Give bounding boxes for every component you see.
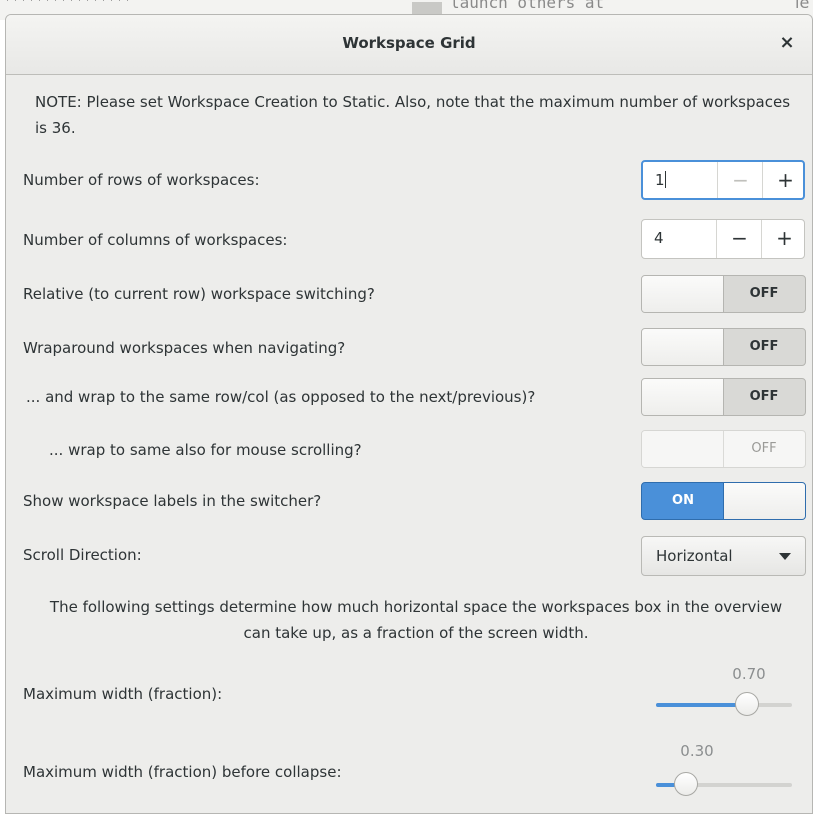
workspace-grid-dialog: Workspace Grid × NOTE: Please set Worksp… <box>5 14 813 814</box>
max-width-slider[interactable] <box>656 692 792 718</box>
static-creation-note: NOTE: Please set Workspace Creation to S… <box>35 93 791 137</box>
columns-label: Number of columns of workspaces: <box>23 231 288 249</box>
switch-state: OFF <box>749 389 779 404</box>
switch-knob <box>642 431 724 467</box>
rows-spinbutton[interactable]: 1 − + <box>641 160 805 200</box>
slider-fill <box>656 703 747 707</box>
switch-state: OFF <box>749 286 779 301</box>
columns-decrement-button[interactable]: − <box>716 220 762 258</box>
wraparound-switch[interactable]: OFF <box>641 328 806 366</box>
background-stars: **************** <box>4 0 132 9</box>
max-width-value: 0.70 <box>732 665 766 683</box>
text-cursor <box>664 171 666 188</box>
rows-value[interactable]: 1 <box>655 171 666 189</box>
width-settings-info: The following settings determine how muc… <box>49 598 783 642</box>
max-width-label: Maximum width (fraction): <box>23 685 223 703</box>
columns-increment-button[interactable]: + <box>761 220 807 258</box>
relative-switching-switch[interactable]: OFF <box>641 275 806 313</box>
max-width-before-collapse-label: Maximum width (fraction) before collapse… <box>23 763 342 781</box>
wrap-mouse-scrolling-switch[interactable]: OFF <box>641 430 806 468</box>
dialog-title: Workspace Grid <box>342 34 476 52</box>
switch-knob <box>642 379 724 415</box>
slider-handle[interactable] <box>674 772 698 796</box>
close-icon[interactable]: × <box>776 32 798 54</box>
switch-state: ON <box>672 493 694 508</box>
switch-state: OFF <box>751 441 777 456</box>
background-text-right: le <box>795 0 810 12</box>
columns-spinbutton[interactable]: 4 − + <box>641 219 805 259</box>
scroll-direction-value: Horizontal <box>656 547 733 565</box>
switch-knob <box>723 483 805 519</box>
workspace-labels-label: Show workspace labels in the switcher? <box>23 492 322 510</box>
wraparound-label: Wraparound workspaces when navigating? <box>23 339 346 357</box>
max-width-before-collapse-value: 0.30 <box>680 742 714 760</box>
wrap-mouse-scrolling-label: ... wrap to same also for mouse scrollin… <box>49 441 362 459</box>
scroll-direction-dropdown[interactable]: Horizontal <box>641 536 806 576</box>
switch-knob <box>642 276 724 312</box>
switch-state: OFF <box>749 339 779 354</box>
rows-decrement-button[interactable]: − <box>717 162 763 198</box>
chevron-down-icon <box>779 553 791 560</box>
background-text: launch others at <box>450 0 605 12</box>
max-width-before-collapse-slider[interactable] <box>656 772 792 798</box>
switch-knob <box>642 329 724 365</box>
columns-value[interactable]: 4 <box>654 229 664 247</box>
rows-label: Number of rows of workspaces: <box>23 171 260 189</box>
wrap-same-rowcol-switch[interactable]: OFF <box>641 378 806 416</box>
wrap-same-rowcol-label: ... and wrap to the same row/col (as opp… <box>26 388 536 406</box>
rows-increment-button[interactable]: + <box>762 162 808 198</box>
scroll-direction-label: Scroll Direction: <box>23 546 142 564</box>
relative-switching-label: Relative (to current row) workspace swit… <box>23 285 375 303</box>
slider-handle[interactable] <box>735 692 759 716</box>
workspace-labels-switch[interactable]: ON <box>641 482 806 520</box>
dialog-header: Workspace Grid × <box>6 15 812 75</box>
